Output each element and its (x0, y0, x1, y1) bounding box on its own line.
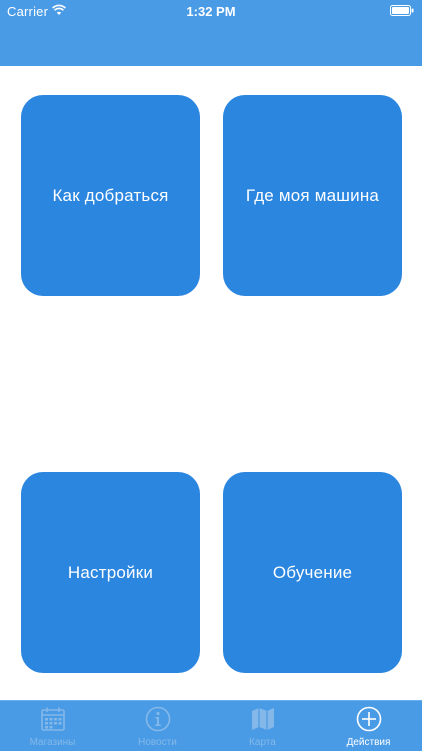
tab-label: Новости (138, 737, 177, 748)
info-icon (145, 706, 170, 732)
find-my-car-button[interactable]: Где моя машина (223, 95, 402, 296)
clock: 1:32 PM (186, 4, 236, 19)
tab-news[interactable]: Новости (105, 701, 210, 751)
settings-button[interactable]: Настройки (21, 472, 200, 673)
header-bar: Carrier 1:32 PM (0, 0, 422, 66)
status-bar: Carrier 1:32 PM (0, 0, 422, 24)
tab-actions[interactable]: Действия (316, 701, 421, 751)
directions-button[interactable]: Как добраться (21, 95, 200, 296)
plus-circle-icon (356, 706, 381, 732)
tutorial-button[interactable]: Обучение (223, 472, 402, 673)
tab-label: Карта (249, 737, 276, 748)
tab-bar: Магазины Новости Карта Действия (0, 700, 422, 751)
tab-stores[interactable]: Магазины (0, 701, 105, 751)
battery-icon (390, 5, 414, 16)
tab-label: Магазины (29, 737, 76, 748)
map-icon (251, 708, 274, 730)
calendar-icon (40, 707, 65, 731)
tab-map[interactable]: Карта (210, 701, 315, 751)
tab-label: Действия (346, 737, 391, 748)
